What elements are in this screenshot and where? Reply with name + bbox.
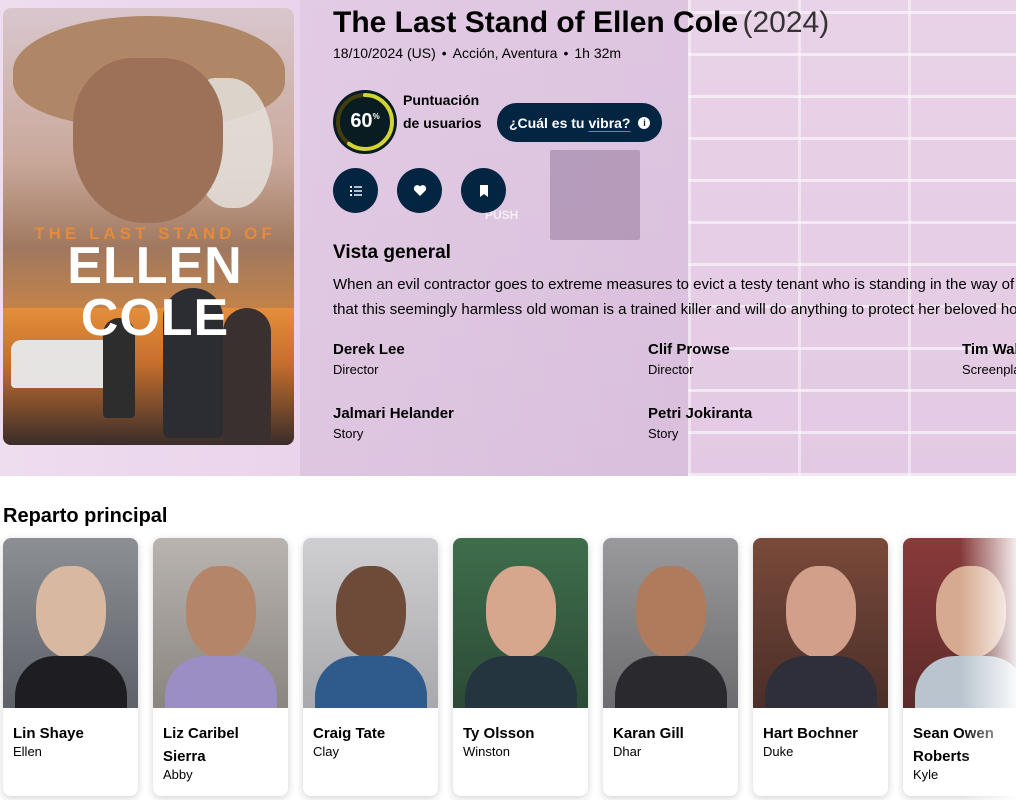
crew-name[interactable]: Derek Lee <box>333 341 405 358</box>
cast-name[interactable]: Lin Shaye <box>13 722 131 745</box>
cast-photo <box>153 538 288 708</box>
cast-name[interactable]: Ty Olsson <box>463 722 581 745</box>
cast-card[interactable]: Craig Tate Clay <box>303 538 438 796</box>
separator-dot: • <box>441 45 447 61</box>
info-icon: i <box>638 116 651 129</box>
score-value: 60% <box>350 110 380 132</box>
cast-character: Duke <box>763 744 794 759</box>
overview-heading: Vista general <box>333 242 451 263</box>
crew-name[interactable]: Jalmari Helander <box>333 405 454 422</box>
release-date: 18/10/2024 (US) <box>333 45 436 61</box>
crew-member: Derek Lee Director <box>333 341 405 377</box>
watchlist-button[interactable] <box>461 168 506 213</box>
separator-dot: • <box>563 45 569 61</box>
heart-icon <box>413 185 426 196</box>
cast-heading: Reparto principal <box>3 505 168 527</box>
cast-character: Abby <box>163 767 193 782</box>
cast-character: Dhar <box>613 744 642 759</box>
cast-name[interactable]: Liz Caribel Sierra <box>163 722 281 768</box>
poster-title-main: ELLEN COLE <box>67 237 243 347</box>
list-icon <box>349 185 362 196</box>
cast-name[interactable]: Craig Tate <box>313 722 431 745</box>
cast-photo <box>303 538 438 708</box>
cast-name[interactable]: Hart Bochner <box>763 722 881 745</box>
crew-name[interactable]: Tim Wal <box>962 341 1016 358</box>
crew-member: Tim Wal Screenpla <box>962 341 1016 377</box>
vibe-link: vibra? <box>588 114 631 131</box>
crew-member: Petri Jokiranta Story <box>648 405 752 441</box>
genres[interactable]: Acción, Aventura <box>453 45 558 61</box>
overview-text: When an evil contractor goes to extreme … <box>333 276 1016 318</box>
crew-role: Story <box>333 426 364 441</box>
vibe-prefix: ¿Cuál es tu <box>509 114 585 131</box>
add-to-list-button[interactable] <box>333 168 378 213</box>
cast-photo <box>3 538 138 708</box>
cast-character: Winston <box>463 744 510 759</box>
cast-card[interactable]: Hart Bochner Duke <box>753 538 888 796</box>
cast-card[interactable]: Lin Shaye Ellen <box>3 538 138 796</box>
cast-photo <box>603 538 738 708</box>
cast-card[interactable]: Liz Caribel Sierra Abby <box>153 538 288 796</box>
cast-card[interactable]: Ty Olsson Winston <box>453 538 588 796</box>
movie-facts: 18/10/2024 (US) • Acción, Aventura • 1h 32m <box>333 45 621 61</box>
cast-character: Kyle <box>913 767 939 782</box>
bookmark-icon <box>479 184 488 197</box>
cast-name[interactable]: Karan Gill <box>613 722 731 745</box>
vibe-button[interactable]: ¿Cuál es tu vibra? i <box>497 103 663 142</box>
crew-member: Jalmari Helander Story <box>333 405 454 441</box>
movie-title[interactable]: The Last Stand of Ellen Cole <box>333 6 738 39</box>
runtime: 1h 32m <box>574 45 622 61</box>
user-score-chart[interactable]: 60% <box>333 90 397 154</box>
crew-member: Clif Prowse Director <box>648 341 730 377</box>
crew-name[interactable]: Petri Jokiranta <box>648 405 752 422</box>
movie-poster[interactable]: THE LAST STAND OF ELLEN COLE <box>3 8 294 445</box>
movie-title-row: The Last Stand of Ellen Cole (2024) <box>333 6 829 40</box>
cast-character: Clay <box>313 744 340 759</box>
cast-photo <box>453 538 588 708</box>
crew-role: Story <box>648 426 679 441</box>
scroll-fade <box>960 530 1016 800</box>
score-label: Puntuación de usuarios <box>403 92 482 131</box>
crew-role: Director <box>648 362 694 377</box>
favorite-button[interactable] <box>397 168 442 213</box>
crew-role: Director <box>333 362 379 377</box>
movie-header: PUSH THE LAST STAND OF ELLEN COLE The La… <box>0 0 1016 476</box>
crew-role: Screenpla <box>962 362 1016 377</box>
cast-character: Ellen <box>13 744 42 759</box>
movie-year: (2024) <box>742 6 830 39</box>
crew-name[interactable]: Clif Prowse <box>648 341 730 358</box>
cast-photo <box>753 538 888 708</box>
cast-card[interactable]: Karan Gill Dhar <box>603 538 738 796</box>
